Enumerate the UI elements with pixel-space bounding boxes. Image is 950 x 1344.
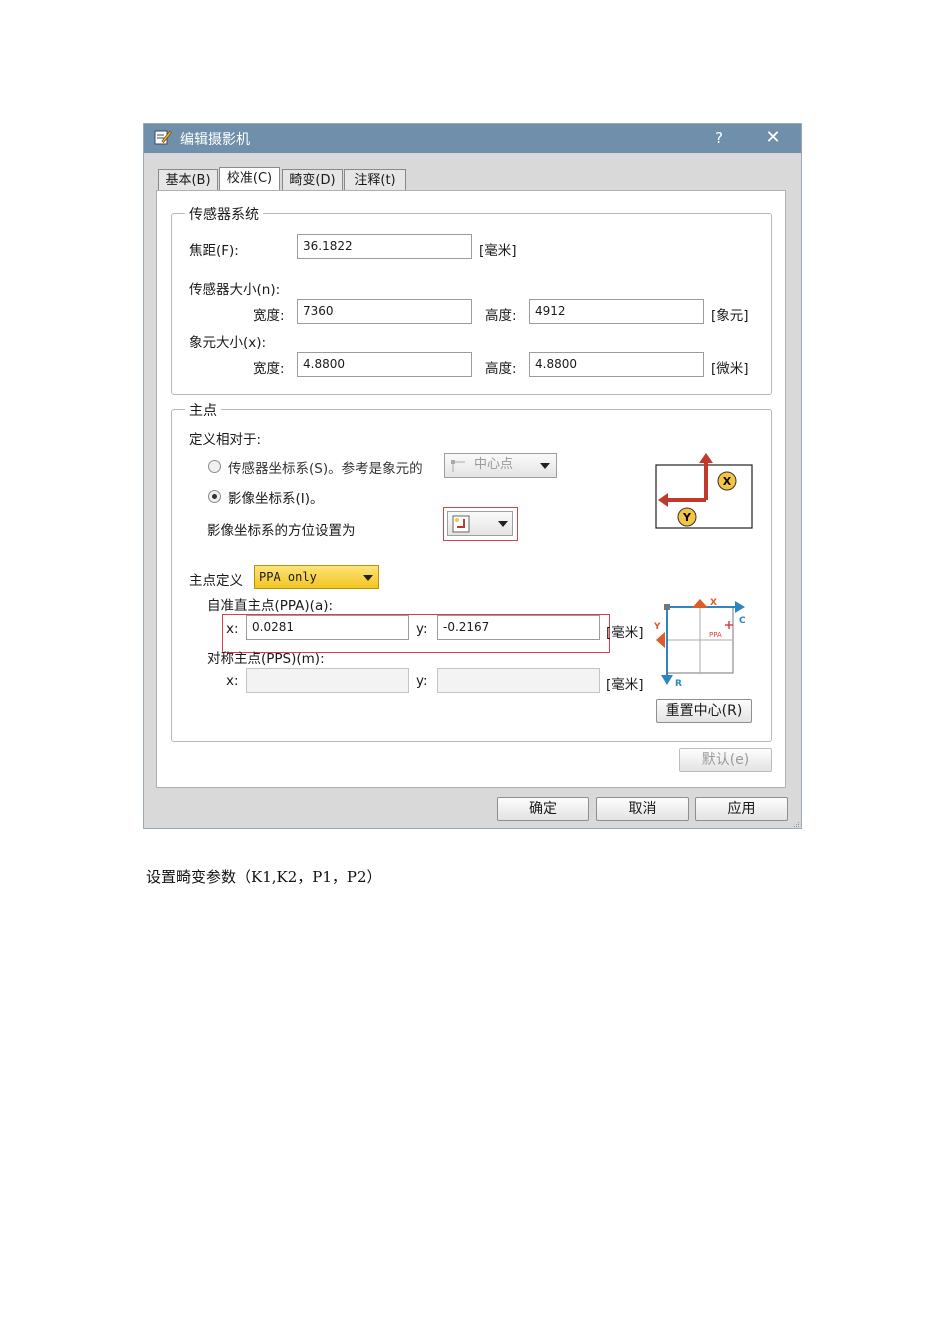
reset-center-button[interactable]: 重置中心(R): [656, 699, 752, 723]
diagram2-y-label: Y: [653, 622, 661, 632]
reference-combo[interactable]: 中心点: [444, 453, 557, 478]
pps-y-input[interactable]: [437, 668, 600, 693]
pixel-reference-icon: [451, 460, 465, 472]
diagram2-r-label: R: [675, 679, 682, 687]
sensor-coord-radio-label[interactable]: 传感器坐标系(S)。参考是象元的: [228, 457, 423, 477]
pixel-width-label: 宽度:: [253, 361, 285, 377]
pps-label: 对称主点(PPS)(m):: [207, 651, 325, 667]
reference-combo-value: 中心点: [474, 457, 514, 472]
chevron-down-icon: [363, 575, 373, 581]
calibration-pane: 传感器系统 焦距(F): 36.1822 [毫米] 传感器大小(n): 宽度: …: [156, 190, 786, 788]
focal-unit: [毫米]: [479, 243, 517, 259]
sensor-width-input[interactable]: 7360: [297, 299, 472, 324]
diagram2-ppa-label: PPA: [709, 631, 722, 639]
window-title: 编辑摄影机: [180, 132, 250, 148]
ppa-x-label: x:: [226, 621, 239, 637]
pps-y-label: y:: [416, 673, 428, 689]
diagram-x-label: X: [723, 475, 732, 488]
principal-def-label: 主点定义: [189, 573, 243, 589]
edit-camera-dialog: 编辑摄影机 ? ✕ 基本(B) 校准(C) 畸变(D) 注释(t) 传感器系统 …: [143, 123, 802, 829]
image-coord-radio-label[interactable]: 影像坐标系(I)。: [228, 487, 324, 507]
pps-x-label: x:: [226, 673, 239, 689]
principal-point-diagram: X Y C R PPA: [653, 598, 746, 687]
sensor-group-title: 传感器系统: [185, 204, 263, 224]
principal-def-value: PPA only: [259, 570, 317, 584]
sensor-coord-radio[interactable]: [208, 460, 221, 473]
sensor-height-label: 高度:: [485, 308, 517, 324]
pixel-height-label: 高度:: [485, 361, 517, 377]
pixel-size-unit: [微米]: [711, 361, 749, 377]
tab-basic[interactable]: 基本(B): [158, 169, 218, 191]
tab-calibration[interactable]: 校准(C): [219, 167, 280, 191]
diagram-y-label: Y: [682, 511, 692, 524]
close-button[interactable]: ✕: [760, 126, 786, 150]
ok-button[interactable]: 确定: [497, 797, 589, 821]
sensor-width-label: 宽度:: [253, 308, 285, 324]
focal-length-input[interactable]: 36.1822: [297, 234, 472, 259]
diagram2-x-label: X: [710, 598, 717, 608]
chevron-down-icon: [540, 463, 550, 469]
tab-notes[interactable]: 注释(t): [344, 169, 406, 191]
help-button[interactable]: ?: [708, 127, 730, 149]
focal-length-label: 焦距(F):: [189, 243, 239, 259]
pps-x-input[interactable]: [246, 668, 409, 693]
image-coord-radio[interactable]: [208, 490, 221, 503]
title-bar[interactable]: 编辑摄影机 ? ✕: [144, 124, 801, 153]
chevron-down-icon: [498, 521, 508, 527]
sensor-height-input[interactable]: 4912: [529, 299, 704, 324]
define-relative-label: 定义相对于:: [189, 432, 262, 448]
document-caption: 设置畸变参数（K1,K2，P1，P2）: [146, 868, 382, 886]
sensor-size-unit: [象元]: [711, 308, 749, 324]
ppa-x-input[interactable]: 0.0281: [246, 615, 409, 640]
tab-distortion[interactable]: 畸变(D): [282, 169, 343, 191]
pixel-size-label: 象元大小(x):: [189, 335, 267, 351]
apply-button[interactable]: 应用: [695, 797, 788, 821]
orientation-label: 影像坐标系的方位设置为: [207, 523, 356, 539]
default-button[interactable]: 默认(e): [679, 748, 772, 772]
cancel-button[interactable]: 取消: [596, 797, 689, 821]
principal-def-combo[interactable]: PPA only: [254, 565, 379, 589]
ppa-label: 自准直主点(PPA)(a):: [207, 598, 334, 614]
orientation-combo[interactable]: [447, 511, 513, 536]
ppa-y-input[interactable]: -0.2167: [437, 615, 600, 640]
principal-point-group-title: 主点: [185, 400, 221, 420]
pps-unit: [毫米]: [606, 677, 644, 693]
pixel-width-input[interactable]: 4.8800: [297, 352, 472, 377]
ppa-y-label: y:: [416, 621, 428, 637]
pixel-height-input[interactable]: 4.8800: [529, 352, 704, 377]
image-axis-diagram: X Y: [655, 453, 753, 529]
edit-pencil-icon: [154, 130, 172, 145]
orientation-icon: [452, 515, 470, 533]
diagram2-c-label: C: [739, 616, 746, 626]
sensor-size-label: 传感器大小(n):: [189, 282, 281, 298]
ppa-unit: [毫米]: [606, 625, 644, 641]
resize-grip-icon[interactable]: [792, 820, 800, 828]
